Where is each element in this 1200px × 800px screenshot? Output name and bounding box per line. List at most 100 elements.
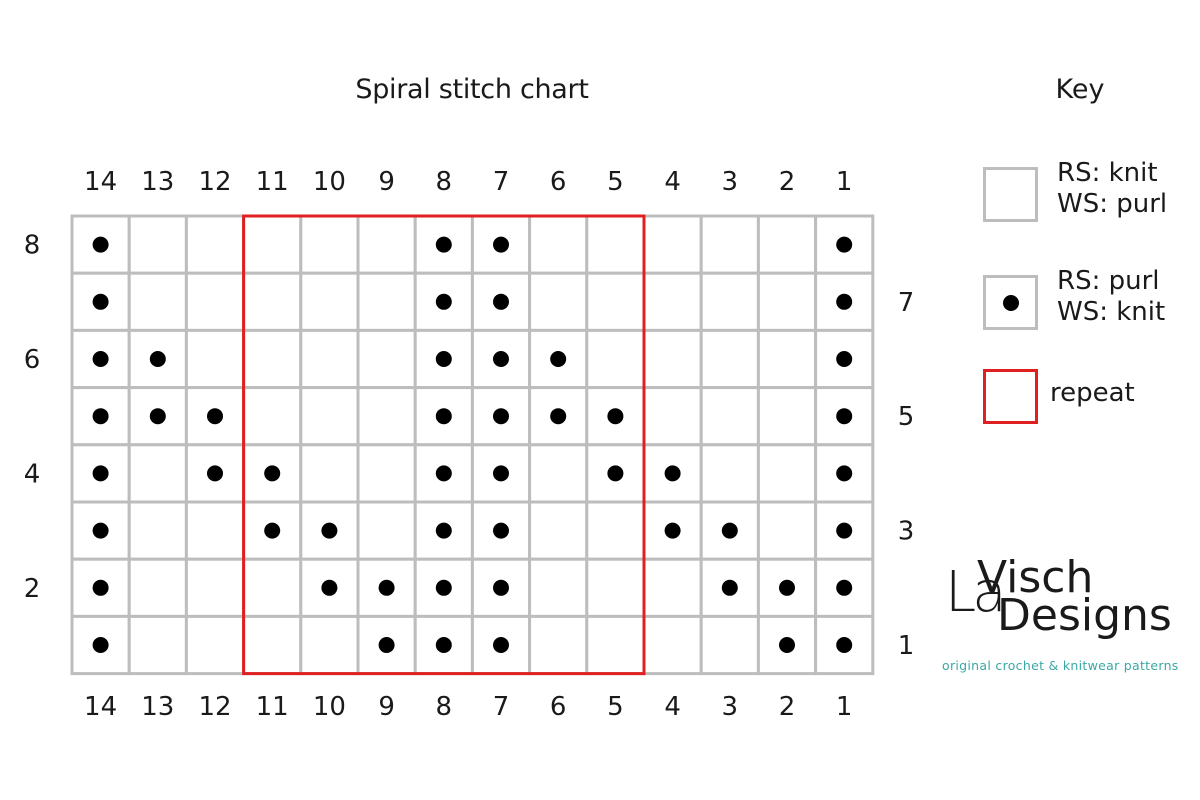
purl-stitch-dot (493, 351, 509, 367)
chart-cell (299, 214, 360, 275)
chart-cell (585, 500, 646, 561)
column-label-top: 13 (141, 167, 174, 197)
chart-cell (299, 328, 360, 390)
chart-cell (242, 271, 303, 332)
key-purl-line1: RS: purl (1057, 266, 1160, 296)
purl-stitch-dot (264, 465, 281, 482)
purl-stitch-dot (779, 579, 795, 596)
chart-cell (127, 557, 188, 618)
key-title: Key (1055, 74, 1105, 105)
chart-cell (585, 614, 646, 676)
purl-stitch-dot (493, 522, 509, 539)
purl-stitch-dot (321, 522, 338, 539)
purl-stitch-dot (836, 236, 853, 253)
chart-cell (642, 614, 703, 676)
column-label-bottom: 4 (664, 692, 681, 722)
chart-cell (699, 386, 760, 447)
purl-stitch-dot (435, 522, 452, 539)
purl-stitch-dot (149, 408, 166, 425)
purl-stitch-dot (92, 408, 109, 425)
key-repeat-label: repeat (1050, 378, 1135, 408)
purl-stitch-dot (92, 351, 109, 367)
row-label-right: 7 (898, 288, 915, 318)
column-label-bottom: 12 (198, 692, 231, 722)
column-label-top: 12 (198, 167, 231, 197)
logo-designs: Designs (997, 590, 1172, 641)
chart-cell (642, 386, 703, 447)
purl-stitch-dot (493, 293, 509, 310)
column-label-bottom: 6 (550, 692, 567, 722)
chart-cell (184, 614, 246, 676)
purl-stitch-dot (836, 465, 853, 482)
column-label-top: 8 (436, 167, 453, 197)
chart-cell (585, 214, 646, 275)
key-knit-line2: WS: purl (1057, 189, 1168, 219)
purl-stitch-dot (836, 351, 853, 367)
key-purl-swatch (983, 275, 1038, 330)
purl-stitch-dot (435, 293, 452, 310)
purl-stitch-dot (378, 637, 395, 653)
purl-stitch-dot (435, 637, 452, 653)
chart-cell (642, 557, 703, 618)
purl-stitch-dot (836, 408, 853, 425)
row-label-left: 4 (24, 459, 41, 489)
purl-stitch-dot (493, 408, 509, 425)
column-label-top: 4 (664, 167, 681, 197)
chart-cell (528, 214, 589, 275)
chart-cell (184, 500, 246, 561)
purl-stitch-dot (836, 637, 853, 653)
chart-cell (299, 386, 360, 447)
purl-stitch-dot (435, 465, 452, 482)
row-label-left: 8 (24, 231, 41, 261)
chart-cell (242, 386, 303, 447)
column-label-bottom: 14 (84, 692, 117, 722)
purl-dot-icon (1002, 294, 1019, 311)
column-label-bottom: 8 (436, 692, 453, 722)
chart-cell (356, 500, 417, 561)
column-label-bottom: 13 (141, 692, 174, 722)
column-label-top: 6 (550, 167, 567, 197)
row-label-right: 1 (898, 631, 915, 661)
purl-stitch-dot (92, 293, 109, 310)
row-label-left: 2 (24, 574, 41, 604)
purl-stitch-dot (378, 579, 395, 596)
purl-stitch-dot (435, 408, 452, 425)
chart-cell (242, 328, 303, 390)
chart-cell (184, 214, 246, 275)
chart-cell (699, 443, 760, 504)
column-label-bottom: 1 (836, 692, 853, 722)
chart-cell (642, 328, 703, 390)
chart-cell (699, 328, 760, 390)
purl-stitch-dot (493, 465, 509, 482)
chart-cell (699, 214, 760, 275)
purl-stitch-dot (550, 408, 567, 425)
column-label-top: 9 (378, 167, 395, 197)
purl-stitch-dot (264, 522, 281, 539)
column-label-top: 10 (313, 167, 346, 197)
chart-cell (242, 614, 303, 676)
purl-stitch-dot (493, 637, 509, 653)
column-label-bottom: 2 (779, 692, 796, 722)
column-label-top: 11 (256, 167, 289, 197)
purl-stitch-dot (721, 522, 738, 539)
chart-cell (184, 557, 246, 618)
column-label-bottom: 11 (256, 692, 289, 722)
column-label-top: 14 (84, 167, 117, 197)
purl-stitch-dot (493, 236, 509, 253)
purl-stitch-dot (435, 236, 452, 253)
row-label-right: 5 (898, 402, 915, 432)
chart-cell (585, 271, 646, 332)
key-knit-swatch (983, 167, 1038, 222)
column-label-top: 1 (836, 167, 853, 197)
chart-cell (184, 271, 246, 332)
key-repeat-swatch (983, 369, 1038, 424)
chart-cell (528, 443, 589, 504)
column-label-bottom: 5 (607, 692, 624, 722)
row-label-right: 3 (898, 517, 915, 547)
chart-cell (356, 328, 417, 390)
brand-logo: La Visch Designs original crochet & knit… (942, 552, 1190, 680)
column-label-top: 5 (607, 167, 624, 197)
column-label-top: 3 (722, 167, 739, 197)
column-label-bottom: 10 (313, 692, 346, 722)
chart-cell (756, 443, 818, 504)
